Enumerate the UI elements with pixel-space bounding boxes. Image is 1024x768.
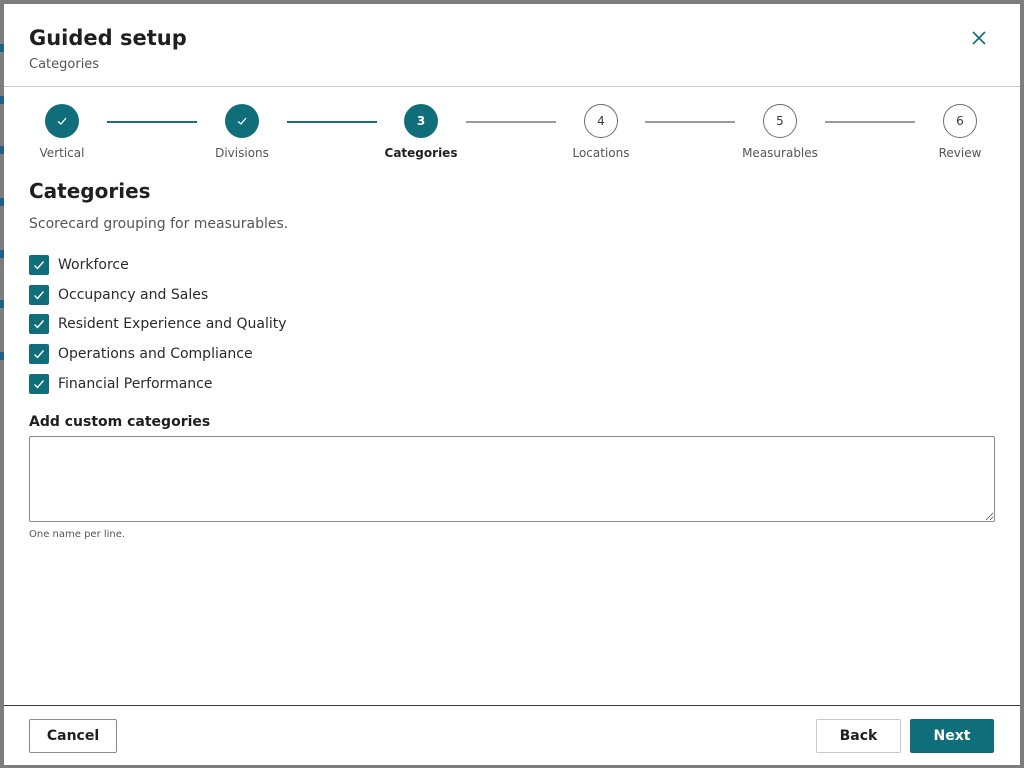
- category-checkbox[interactable]: [29, 373, 49, 394]
- category-checkbox[interactable]: [29, 343, 49, 364]
- setup-stepper: Vertical Divisions 3 Categories 4 Locati…: [4, 100, 1020, 170]
- custom-categories-textarea[interactable]: [29, 436, 995, 522]
- step-circle: [45, 104, 79, 138]
- category-checkbox[interactable]: [29, 314, 49, 335]
- step-circle: 3: [404, 104, 438, 138]
- guided-setup-dialog: Guided setup Categories Vertical Divisio…: [4, 4, 1020, 765]
- dialog-footer: Cancel Back Next: [4, 705, 1020, 765]
- category-option-operations-compliance[interactable]: Operations and Compliance: [29, 339, 287, 369]
- close-button[interactable]: [967, 26, 991, 50]
- checkmark-icon: [34, 260, 45, 270]
- step-circle: [225, 104, 259, 138]
- step-label: Categories: [384, 146, 458, 160]
- checkmark-icon: [34, 379, 45, 389]
- custom-categories-label: Add custom categories: [29, 414, 211, 430]
- step-label: Divisions: [215, 146, 269, 160]
- category-checkbox[interactable]: [29, 254, 49, 275]
- category-label: Occupancy and Sales: [58, 286, 209, 303]
- step-divisions[interactable]: Divisions: [182, 100, 302, 160]
- category-checklist: Workforce Occupancy and Sales Resident E…: [29, 250, 287, 398]
- category-option-resident-experience[interactable]: Resident Experience and Quality: [29, 309, 287, 339]
- step-locations[interactable]: 4 Locations: [541, 100, 661, 160]
- category-option-workforce[interactable]: Workforce: [29, 250, 287, 280]
- section-description: Scorecard grouping for measurables.: [29, 216, 289, 232]
- category-checkbox[interactable]: [29, 284, 49, 305]
- checkmark-icon: [34, 349, 45, 359]
- step-measurables[interactable]: 5 Measurables: [720, 100, 840, 160]
- close-icon: [972, 31, 986, 45]
- category-label: Workforce: [58, 256, 129, 273]
- category-option-financial-performance[interactable]: Financial Performance: [29, 369, 287, 399]
- cancel-button[interactable]: Cancel: [29, 719, 117, 753]
- checkmark-icon: [34, 320, 45, 329]
- step-label: Locations: [572, 146, 630, 160]
- category-label: Operations and Compliance: [58, 345, 253, 362]
- custom-categories-hint: One name per line.: [29, 529, 126, 540]
- step-categories[interactable]: 3 Categories: [361, 100, 481, 160]
- category-label: Resident Experience and Quality: [58, 316, 287, 333]
- section-heading: Categories: [29, 179, 151, 203]
- dialog-subtitle: Categories: [29, 57, 100, 72]
- step-review[interactable]: 6 Review: [900, 100, 1020, 160]
- dialog-header: Guided setup Categories: [4, 4, 1020, 87]
- checkmark-icon: [237, 117, 247, 125]
- step-circle: 5: [763, 104, 797, 138]
- category-label: Financial Performance: [58, 375, 213, 392]
- step-circle: 4: [584, 104, 618, 138]
- checkmark-icon: [57, 117, 67, 125]
- step-label: Vertical: [39, 146, 85, 160]
- step-vertical[interactable]: Vertical: [2, 100, 122, 160]
- next-button[interactable]: Next: [910, 719, 994, 753]
- category-option-occupancy-sales[interactable]: Occupancy and Sales: [29, 280, 287, 310]
- step-circle: 6: [943, 104, 977, 138]
- dialog-title: Guided setup: [29, 26, 187, 50]
- back-button[interactable]: Back: [816, 719, 901, 753]
- checkmark-icon: [34, 290, 45, 300]
- step-label: Measurables: [742, 146, 818, 160]
- step-label: Review: [938, 146, 982, 160]
